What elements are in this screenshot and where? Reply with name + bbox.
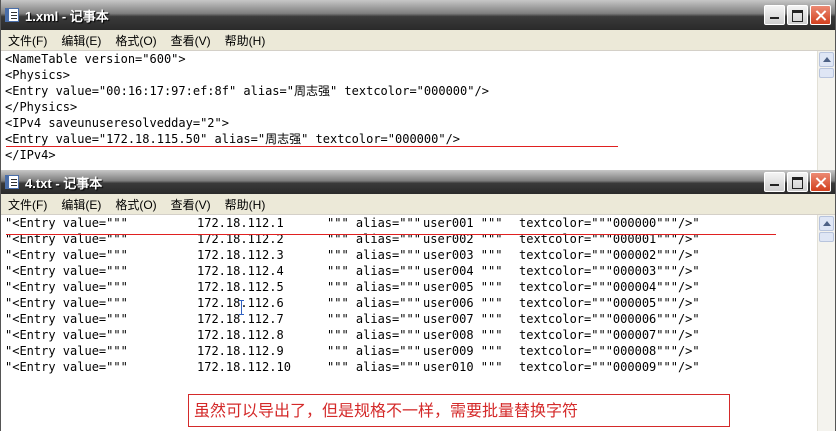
scroll-up-button[interactable] bbox=[819, 216, 834, 231]
text-cursor-icon bbox=[239, 300, 244, 315]
menu-view[interactable]: 查看(V) bbox=[164, 196, 218, 213]
text-column: "<Entry value=""" bbox=[5, 248, 128, 262]
menu-edit[interactable]: 编辑(E) bbox=[54, 32, 108, 49]
text-column: textcolor="""000007"""/>" bbox=[519, 328, 700, 342]
red-underline bbox=[6, 146, 618, 147]
text-line: "<Entry value=""" 172.18.112.3 """ alias="… bbox=[1, 247, 818, 263]
menu-file[interactable]: 文件(F) bbox=[1, 32, 54, 49]
text-column: 172.18.112.1 bbox=[197, 216, 284, 230]
text-column: user001 """ bbox=[423, 216, 503, 230]
text-column: "<Entry value=""" bbox=[5, 264, 128, 278]
text-column: user009 """ bbox=[423, 344, 503, 358]
text-column: "<Entry value=""" bbox=[5, 312, 128, 326]
menu-help[interactable]: 帮助(H) bbox=[218, 32, 273, 49]
text-column: user006 """ bbox=[423, 296, 503, 310]
text-column: user005 """ bbox=[423, 280, 503, 294]
text-column: textcolor="""000005"""/>" bbox=[519, 296, 700, 310]
menu-bar: 文件(F) 编辑(E) 格式(O) 查看(V) 帮助(H) bbox=[1, 30, 835, 51]
window-title: 4.txt - 记事本 bbox=[25, 175, 103, 191]
text-column: 172.18.112.3 bbox=[197, 248, 284, 262]
text-line: <Physics> bbox=[5, 68, 71, 82]
close-button[interactable] bbox=[810, 172, 831, 192]
menu-edit[interactable]: 编辑(E) bbox=[54, 196, 108, 213]
text-column: textcolor="""000004"""/>" bbox=[519, 280, 700, 294]
text-column: user008 """ bbox=[423, 328, 503, 342]
text-column: textcolor="""000000"""/>" bbox=[519, 216, 700, 230]
text-line: </Physics> bbox=[5, 100, 78, 114]
text-line: <NameTable version="600"> bbox=[5, 52, 186, 66]
text-column: textcolor="""000006"""/>" bbox=[519, 312, 700, 326]
menu-file[interactable]: 文件(F) bbox=[1, 196, 54, 213]
text-line: "<Entry value=""" 172.18.112.5 """ alias="… bbox=[1, 279, 818, 295]
text-column: user010 """ bbox=[423, 360, 503, 374]
text-column: 172.18.112.4 bbox=[197, 264, 284, 278]
text-line: "<Entry value=""" 172.18.112.4 """ alias="… bbox=[1, 263, 818, 279]
close-button[interactable] bbox=[810, 5, 831, 25]
maximize-button[interactable] bbox=[787, 172, 808, 192]
scroll-up-button[interactable] bbox=[819, 52, 834, 67]
minimize-button[interactable] bbox=[764, 172, 785, 192]
text-column: """ alias=""" bbox=[327, 312, 421, 326]
text-column: 172.18.112.5 bbox=[197, 280, 284, 294]
notepad-icon bbox=[5, 175, 19, 189]
text-column: user004 """ bbox=[423, 264, 503, 278]
annotation-note: 虽然可以导出了，但是规格不一样，需要批量替换字符 bbox=[188, 394, 730, 427]
text-column: "<Entry value=""" bbox=[5, 216, 128, 230]
text-line: <Entry value="00:16:17:97:ef:8f" alias="… bbox=[5, 84, 489, 98]
text-column: user003 """ bbox=[423, 248, 503, 262]
text-line: "<Entry value=""" 172.18.112.10 """ alias=… bbox=[1, 359, 818, 375]
menu-help[interactable]: 帮助(H) bbox=[218, 196, 273, 213]
text-column: textcolor="""000008"""/>" bbox=[519, 344, 700, 358]
menu-format[interactable]: 格式(O) bbox=[108, 196, 163, 213]
text-column: "<Entry value=""" bbox=[5, 328, 128, 342]
text-line: "<Entry value=""" 172.18.112.7 """ alias="… bbox=[1, 311, 818, 327]
text-column: textcolor="""000009"""/>" bbox=[519, 360, 700, 374]
text-column: """ alias=""" bbox=[327, 360, 421, 374]
scroll-thumb[interactable] bbox=[819, 232, 834, 242]
text-column: """ alias=""" bbox=[327, 216, 421, 230]
text-editor[interactable]: <NameTable version="600"> <Physics> <Ent… bbox=[1, 51, 818, 171]
notepad-window-txt: 4.txt - 记事本 文件(F) 编辑(E) 格式(O) 查看(V) 帮助(H… bbox=[0, 170, 836, 431]
maximize-button[interactable] bbox=[787, 5, 808, 25]
text-line: "<Entry value=""" 172.18.112.1 """ alias="… bbox=[1, 215, 818, 231]
text-column: 172.18.112.7 bbox=[197, 312, 284, 326]
text-column: 172.18.112.9 bbox=[197, 344, 284, 358]
window-title: 1.xml - 记事本 bbox=[25, 8, 109, 24]
text-column: """ alias=""" bbox=[327, 296, 421, 310]
menu-bar: 文件(F) 编辑(E) 格式(O) 查看(V) 帮助(H) bbox=[1, 194, 835, 215]
title-bar[interactable]: 1.xml - 记事本 bbox=[1, 0, 835, 30]
text-column: """ alias=""" bbox=[327, 280, 421, 294]
text-column: 172.18.112.6 bbox=[197, 295, 327, 311]
text-line: </IPv4> bbox=[5, 148, 56, 162]
red-underline bbox=[6, 234, 776, 235]
title-bar[interactable]: 4.txt - 记事本 bbox=[1, 170, 835, 194]
text-column: "<Entry value=""" bbox=[5, 360, 128, 374]
text-column: 172.18.112.8 bbox=[197, 328, 284, 342]
notepad-icon bbox=[5, 8, 19, 22]
text-column: textcolor="""000003"""/>" bbox=[519, 264, 700, 278]
text-column: "<Entry value=""" bbox=[5, 344, 128, 358]
menu-view[interactable]: 查看(V) bbox=[164, 32, 218, 49]
vertical-scrollbar[interactable] bbox=[817, 51, 835, 171]
text-column: "<Entry value=""" bbox=[5, 280, 128, 294]
minimize-button[interactable] bbox=[764, 5, 785, 25]
text-column: """ alias=""" bbox=[327, 264, 421, 278]
text-line: <IPv4 saveunuseresolvedday="2"> bbox=[5, 116, 229, 130]
text-line: "<Entry value=""" 172.18.112.8 """ alias="… bbox=[1, 327, 818, 343]
text-line: <Entry value="172.18.115.50" alias="周志强"… bbox=[5, 132, 461, 146]
text-column: user007 """ bbox=[423, 312, 503, 326]
menu-format[interactable]: 格式(O) bbox=[108, 32, 163, 49]
text-column: """ alias=""" bbox=[327, 344, 421, 358]
text-column: """ alias=""" bbox=[327, 248, 421, 262]
text-line: "<Entry value=""" 172.18.112.6""" alias="… bbox=[1, 295, 818, 311]
scroll-thumb[interactable] bbox=[819, 68, 834, 78]
text-column: "<Entry value=""" bbox=[5, 296, 128, 310]
text-column: """ alias=""" bbox=[327, 328, 421, 342]
text-column: 172.18.112.10 bbox=[197, 360, 291, 374]
vertical-scrollbar[interactable] bbox=[817, 215, 835, 431]
text-line: "<Entry value=""" 172.18.112.9 """ alias="… bbox=[1, 343, 818, 359]
text-column: textcolor="""000002"""/>" bbox=[519, 248, 700, 262]
